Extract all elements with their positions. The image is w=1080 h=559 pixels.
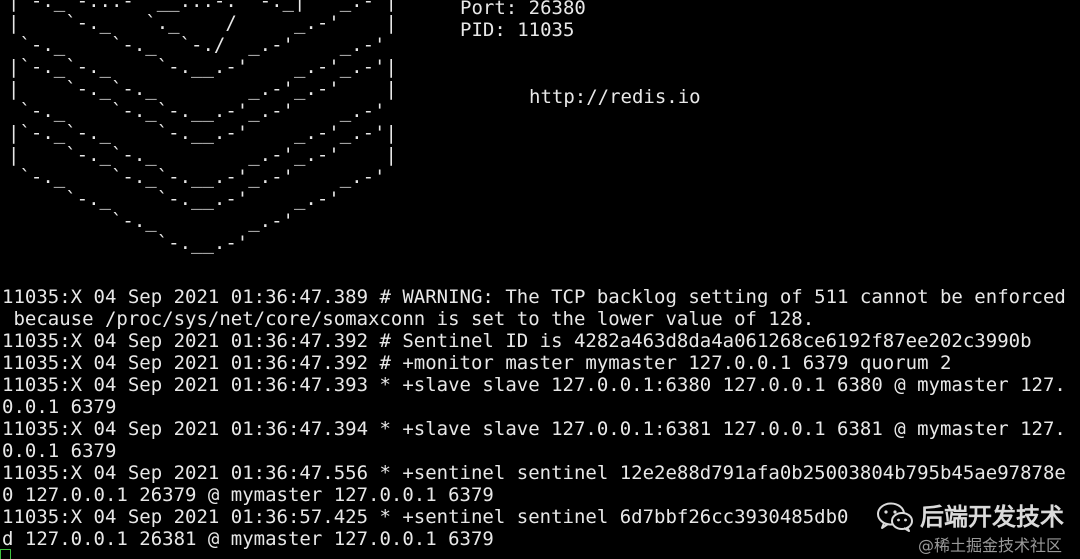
log-line: 11035:X 04 Sep 2021 01:36:47.556 * +sent…: [2, 462, 1066, 484]
log-line: 11035:X 04 Sep 2021 01:36:47.392 # +moni…: [2, 352, 952, 374]
log-line: 11035:X 04 Sep 2021 01:36:47.389 # WARNI…: [2, 286, 1066, 308]
sentinel-port: Port: 26380: [460, 0, 586, 19]
terminal-cursor[interactable]: [0, 549, 11, 559]
log-line: 11035:X 04 Sep 2021 01:36:47.393 * +slav…: [2, 374, 1066, 396]
log-line: 11035:X 04 Sep 2021 01:36:47.394 * +slav…: [2, 418, 1066, 440]
wechat-icon: [877, 502, 913, 532]
redis-url: http://redis.io: [529, 86, 701, 108]
terminal-window[interactable]: |`-._`-...-` __...-.``-._|'` _.-'| | `-.…: [0, 0, 1080, 559]
watermark: 后端开发技术: [876, 501, 1064, 533]
watermark-subtitle: @稀土掘金技术社区: [917, 536, 1062, 555]
sentinel-pid: PID: 11035: [460, 19, 575, 41]
watermark-title: 后端开发技术: [920, 503, 1064, 531]
log-line: 11035:X 04 Sep 2021 01:36:47.392 # Senti…: [2, 330, 1032, 352]
redis-ascii-logo: |`-._`-...-` __...-.``-._|'` _.-'| | `-.…: [8, 0, 397, 254]
log-line: 0.0.1 6379: [2, 396, 117, 418]
log-line: because /proc/sys/net/core/somaxconn is …: [2, 308, 815, 330]
log-line: 0.0.1 6379: [2, 440, 117, 462]
